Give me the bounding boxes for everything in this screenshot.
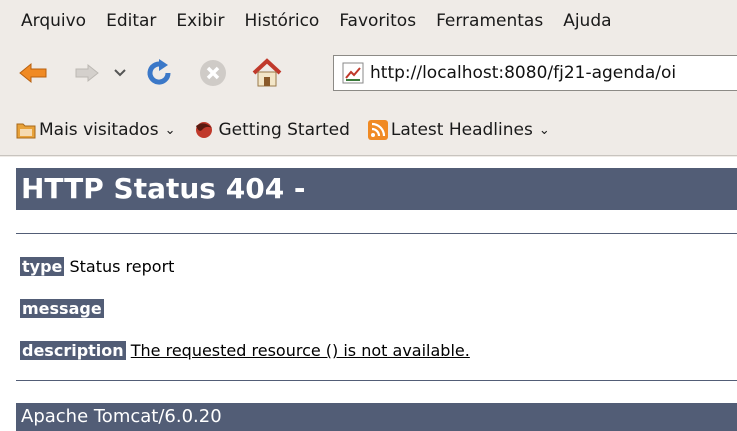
back-arrow-icon: [19, 62, 47, 84]
back-button[interactable]: [16, 56, 50, 90]
type-label: type: [20, 257, 65, 276]
menu-item-favoritos[interactable]: Favoritos: [329, 11, 426, 31]
reload-icon: [147, 59, 171, 85]
menu-item-ferramentas[interactable]: Ferramentas: [426, 11, 553, 31]
chevron-down-icon: ⌄: [538, 122, 550, 138]
menu-item-exibir[interactable]: Exibir: [166, 11, 234, 31]
address-url[interactable]: http://localhost:8080/fj21-agenda/oi: [370, 63, 676, 83]
chevron-down-icon: ⌄: [164, 122, 176, 138]
menu-bar: Arquivo Editar Exibir Histórico Favorito…: [0, 0, 737, 42]
menu-item-historico[interactable]: Histórico: [234, 11, 329, 31]
browser-chrome: Arquivo Editar Exibir Histórico Favorito…: [0, 0, 737, 157]
forward-button[interactable]: [70, 56, 104, 90]
dropdown-chevron-icon: [114, 69, 126, 77]
message-row: message: [20, 299, 104, 318]
divider-bottom: [16, 380, 737, 381]
reload-button[interactable]: [142, 56, 176, 90]
page-favicon-icon: [342, 62, 364, 84]
page-content: HTTP Status 404 - type Status report mes…: [0, 157, 737, 431]
address-bar[interactable]: http://localhost:8080/fj21-agenda/oi: [333, 55, 737, 91]
divider-top: [16, 233, 737, 234]
menu-item-ajuda[interactable]: Ajuda: [553, 11, 621, 31]
forward-arrow-icon: [75, 63, 99, 83]
description-label: description: [20, 341, 126, 360]
menu-item-arquivo[interactable]: Arquivo: [0, 11, 96, 31]
bookmark-label: Mais visitados: [39, 120, 159, 140]
menu-item-editar[interactable]: Editar: [96, 11, 166, 31]
bookmark-getting-started[interactable]: Getting Started: [193, 120, 350, 140]
home-button[interactable]: [250, 56, 284, 90]
folder-icon: [16, 123, 36, 139]
home-icon: [252, 58, 282, 87]
toolbar-divider: [0, 155, 737, 156]
history-dropdown-button[interactable]: [108, 56, 132, 90]
stop-icon: [200, 60, 226, 86]
firefox-icon: [196, 122, 213, 138]
stop-button[interactable]: [196, 56, 230, 90]
description-row: description The requested resource () is…: [20, 341, 470, 360]
type-value: Status report: [69, 257, 175, 276]
message-label: message: [20, 299, 104, 318]
bookmarks-toolbar: Mais visitados ⌄ Getting Started Latest …: [0, 108, 737, 152]
bookmark-label: Latest Headlines: [390, 120, 533, 140]
bookmark-mais-visitados[interactable]: Mais visitados ⌄: [16, 120, 175, 140]
page-title: HTTP Status 404 -: [16, 168, 737, 210]
bookmark-latest-headlines[interactable]: Latest Headlines ⌄: [367, 120, 550, 140]
type-row: type Status report: [20, 257, 174, 276]
server-footer: Apache Tomcat/6.0.20: [16, 403, 737, 431]
description-value: The requested resource () is not availab…: [130, 341, 470, 360]
rss-icon: [367, 120, 388, 140]
bookmark-label: Getting Started: [218, 120, 350, 140]
